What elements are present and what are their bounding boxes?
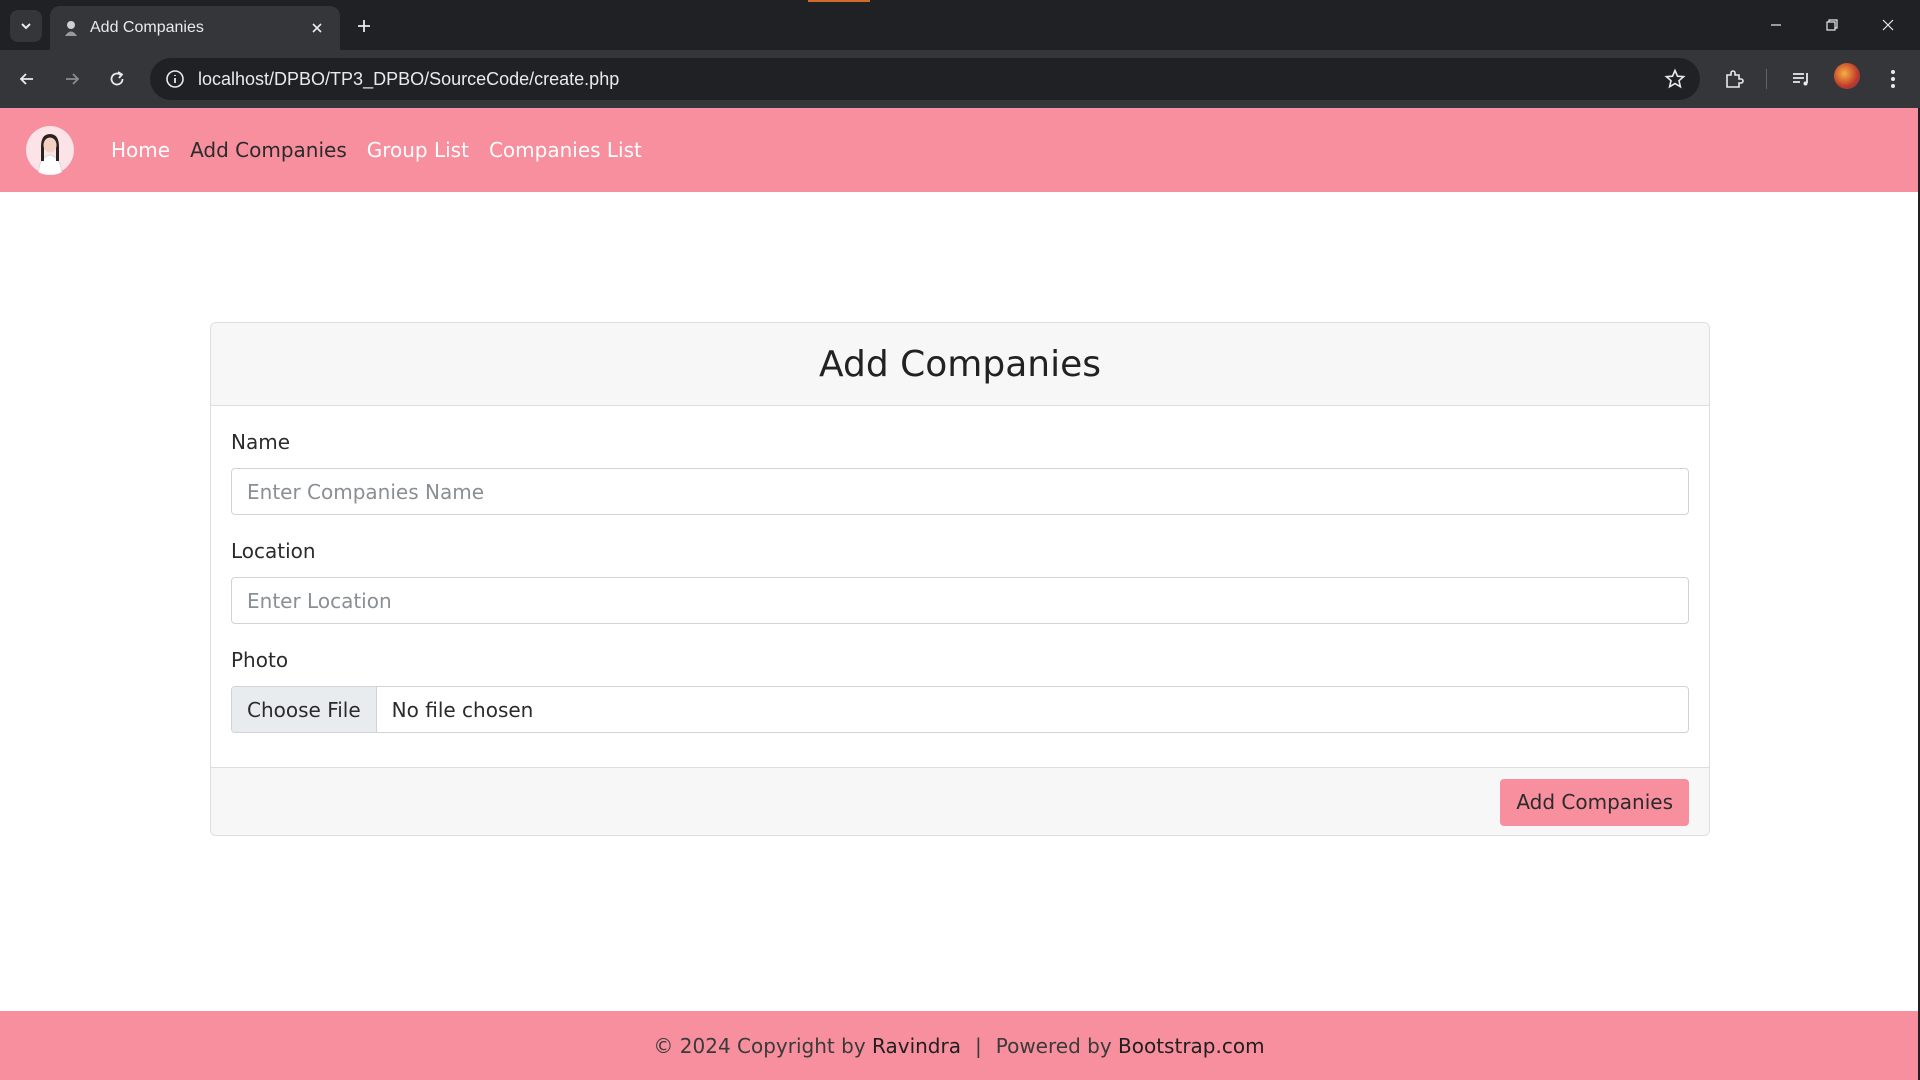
tab-loading-accent (808, 0, 870, 2)
brand-logo[interactable] (25, 125, 75, 175)
add-companies-submit-button[interactable]: Add Companies (1500, 778, 1689, 826)
toolbar-separator (1766, 69, 1767, 89)
footer-bootstrap-link[interactable]: Bootstrap.com (1118, 1034, 1265, 1058)
close-window-button[interactable] (1860, 0, 1916, 50)
card-footer: Add Companies (211, 767, 1709, 835)
extensions-button[interactable] (1719, 64, 1749, 94)
browser-tabstrip: Add Companies (0, 0, 1920, 50)
file-status-text: No file chosen (391, 697, 534, 722)
location-label: Location (231, 539, 316, 563)
back-button[interactable] (10, 62, 44, 96)
nav-link-add-companies[interactable]: Add Companies (190, 138, 347, 162)
profile-avatar[interactable] (1834, 63, 1860, 89)
close-tab-button[interactable] (306, 17, 328, 39)
arrow-right-icon (66, 73, 80, 85)
star-icon[interactable] (1664, 68, 1686, 90)
page-title: Add Companies (818, 343, 1101, 385)
footer-author-link[interactable]: Ravindra (872, 1034, 961, 1058)
name-label: Name (231, 430, 291, 454)
minimize-button[interactable] (1748, 0, 1804, 50)
avatar-logo-icon (25, 125, 75, 175)
puzzle-icon (1726, 70, 1744, 88)
address-bar[interactable]: localhost/DPBO/TP3_DPBO/SourceCode/creat… (150, 58, 1700, 100)
chevron-down-icon (21, 23, 31, 30)
reload-icon (110, 71, 124, 86)
restore-icon (1826, 19, 1838, 31)
kebab-menu-icon (1891, 70, 1895, 88)
plus-icon (358, 20, 370, 32)
site-favicon-icon (65, 21, 77, 36)
footer-powered-by: Powered by (995, 1033, 1112, 1058)
card-header: Add Companies (211, 323, 1709, 406)
media-queue-icon (1793, 73, 1808, 86)
info-icon[interactable] (164, 68, 186, 90)
photo-file-input[interactable]: Choose File No file chosen (231, 686, 1689, 733)
name-input[interactable] (231, 468, 1689, 515)
choose-file-button[interactable]: Choose File (232, 687, 377, 732)
close-icon (312, 23, 322, 33)
menu-button[interactable] (1878, 64, 1908, 94)
forward-button[interactable] (55, 62, 89, 96)
site-navbar: Home Add Companies Group List Companies … (0, 108, 1918, 192)
photo-label: Photo (231, 648, 289, 672)
minimize-icon (1771, 24, 1781, 26)
browser-tab-active[interactable]: Add Companies (50, 6, 340, 50)
card-body: Name Location Photo Choose File No file … (211, 406, 1709, 767)
url-text: localhost/DPBO/TP3_DPBO/SourceCode/creat… (198, 68, 620, 89)
reload-button[interactable] (100, 62, 134, 96)
nav-link-group-list[interactable]: Group List (367, 138, 469, 162)
location-input[interactable] (231, 577, 1689, 624)
new-tab-button[interactable] (350, 12, 378, 40)
restore-button[interactable] (1804, 0, 1860, 50)
browser-toolbar: localhost/DPBO/TP3_DPBO/SourceCode/creat… (0, 50, 1920, 108)
add-companies-card: Add Companies Name Location Photo Choose… (210, 322, 1710, 836)
media-button[interactable] (1786, 64, 1816, 94)
tab-title: Add Companies (90, 19, 204, 36)
footer-separator: | (974, 1033, 982, 1058)
site-footer: © 2024 Copyright by Ravindra | Powered b… (0, 1011, 1918, 1080)
web-page: Home Add Companies Group List Companies … (0, 108, 1920, 1080)
footer-copyright: © 2024 Copyright by (653, 1033, 866, 1058)
nav-link-home[interactable]: Home (111, 138, 170, 162)
nav-link-companies-list[interactable]: Companies List (489, 138, 642, 162)
arrow-left-icon (19, 73, 33, 85)
tab-search-button[interactable] (10, 10, 42, 42)
close-icon (1882, 19, 1894, 31)
